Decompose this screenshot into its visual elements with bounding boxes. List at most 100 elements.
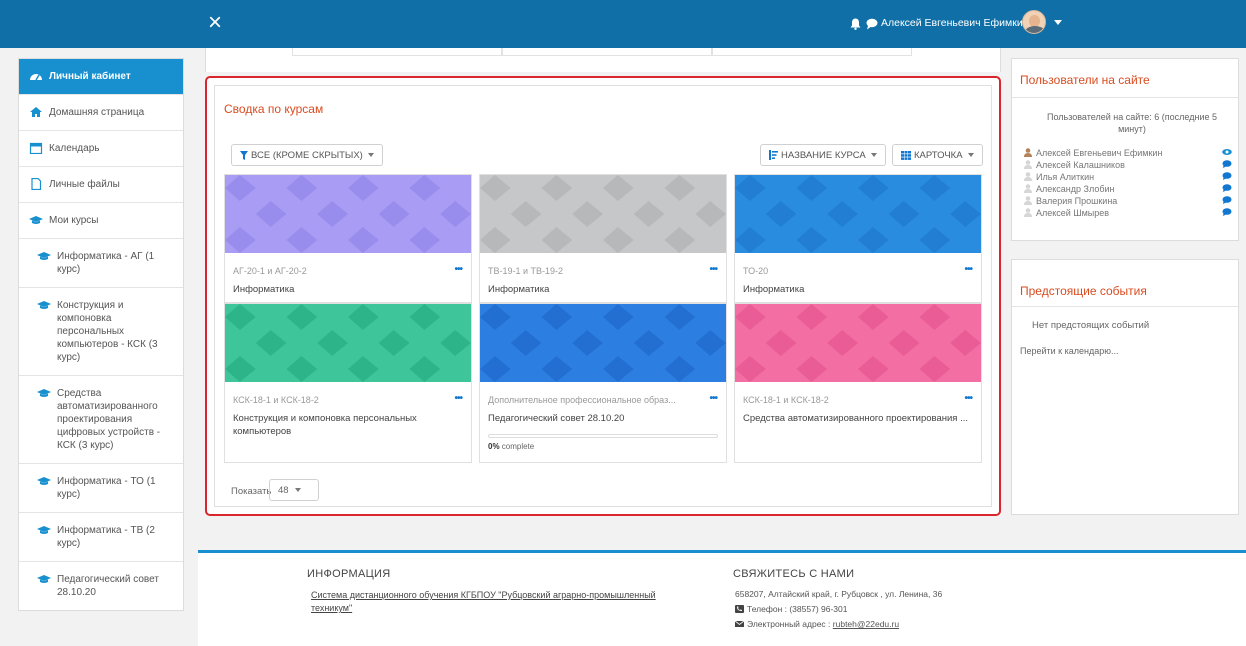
footer-info-title: ИНФОРМАЦИЯ bbox=[307, 568, 391, 580]
course-name[interactable]: Конструкция и компоновка персональных ко… bbox=[233, 412, 463, 438]
online-user-item[interactable]: Валерия Прошкина bbox=[1024, 195, 1232, 206]
dashboard-icon bbox=[30, 74, 42, 81]
more-options-icon[interactable]: ••• bbox=[964, 393, 972, 404]
user-avatar-icon bbox=[1024, 196, 1032, 205]
online-user-item[interactable]: Алексей Шмырев bbox=[1024, 207, 1232, 218]
course-card[interactable]: КСК-18-1 и КСК-18-2 ••• Средства автомат… bbox=[734, 303, 982, 463]
phone-icon bbox=[735, 605, 744, 613]
user-menu-name[interactable]: Алексей Евгеньевич Ефимкин bbox=[881, 17, 1029, 29]
message-icon[interactable] bbox=[1222, 196, 1232, 204]
more-options-icon[interactable]: ••• bbox=[709, 393, 717, 404]
drawer-item-label: Личный кабинет bbox=[49, 71, 131, 82]
drawer-item-my-courses[interactable]: Мои курсы bbox=[19, 203, 183, 239]
course-card[interactable]: ТО-20 ••• Информатика bbox=[734, 174, 982, 303]
caret-down-icon bbox=[294, 488, 301, 492]
drawer-item-course[interactable]: Информатика - ТО (1 курс) bbox=[19, 464, 183, 513]
sort-label: НАЗВАНИЕ КУРСА bbox=[781, 149, 866, 161]
more-options-icon[interactable]: ••• bbox=[709, 264, 717, 275]
calendar-icon bbox=[29, 142, 43, 154]
course-category: КСК-18-1 и КСК-18-2 bbox=[743, 395, 829, 405]
top-navbar: × Алексей Евгеньевич Ефимкин bbox=[0, 0, 1246, 48]
drawer-item-label: Информатика - АГ (1 курс) bbox=[57, 251, 155, 275]
drawer-item-label: Информатика - ТВ (2 курс) bbox=[57, 525, 155, 549]
graduation-cap-icon bbox=[37, 301, 51, 309]
caret-down-icon bbox=[367, 153, 374, 157]
drawer-item-dashboard[interactable]: Личный кабинет bbox=[19, 59, 183, 95]
course-card[interactable]: АГ-20-1 и АГ-20-2 ••• Информатика bbox=[224, 174, 472, 303]
course-image[interactable] bbox=[480, 304, 726, 382]
drawer-item-course[interactable]: Конструкция и компоновка персональных ко… bbox=[19, 288, 183, 376]
more-options-icon[interactable]: ••• bbox=[454, 393, 462, 404]
online-user-name[interactable]: Алексей Шмырев bbox=[1036, 208, 1109, 218]
online-user-name[interactable]: Илья Алиткин bbox=[1036, 172, 1094, 182]
filter-dropdown[interactable]: ВСЕ (КРОМЕ СКРЫТЫХ) bbox=[231, 144, 383, 166]
drawer-item-calendar[interactable]: Календарь bbox=[19, 131, 183, 167]
course-name[interactable]: Информатика bbox=[743, 283, 973, 296]
graduation-cap-icon bbox=[37, 477, 51, 485]
course-image[interactable] bbox=[480, 175, 726, 253]
no-events-text: Нет предстоящих событий bbox=[1032, 320, 1150, 331]
eye-icon[interactable] bbox=[1222, 148, 1232, 156]
view-dropdown[interactable]: КАРТОЧКА bbox=[892, 144, 983, 166]
more-options-icon[interactable]: ••• bbox=[454, 264, 462, 275]
message-icon[interactable] bbox=[1222, 160, 1232, 168]
course-card[interactable]: Дополнительное профессиональное образ...… bbox=[479, 303, 727, 463]
online-user-name[interactable]: Александр Злобин bbox=[1036, 184, 1114, 194]
footer-email-link[interactable]: rubteh@22edu.ru bbox=[833, 619, 899, 629]
drawer-item-label: Календарь bbox=[49, 143, 100, 154]
footer-contact-title: СВЯЖИТЕСЬ С НАМИ bbox=[733, 568, 855, 580]
go-to-calendar-link[interactable]: Перейти к календарю... bbox=[1020, 346, 1118, 356]
course-card[interactable]: ТВ-19-1 и ТВ-19-2 ••• Информатика bbox=[479, 174, 727, 303]
course-name[interactable]: Информатика bbox=[488, 283, 718, 296]
course-image[interactable] bbox=[735, 175, 981, 253]
drawer-item-files[interactable]: Личные файлы bbox=[19, 167, 183, 203]
course-image[interactable] bbox=[225, 175, 471, 253]
close-drawer-icon[interactable]: × bbox=[208, 10, 228, 36]
online-user-item[interactable]: Александр Злобин bbox=[1024, 183, 1232, 194]
drawer-item-label: Средства автоматизированного проектирова… bbox=[57, 388, 161, 451]
sort-dropdown[interactable]: НАЗВАНИЕ КУРСА bbox=[760, 144, 886, 166]
progress-value: 0% bbox=[488, 442, 500, 451]
online-user-item[interactable]: Алексей Евгеньевич Ефимкин bbox=[1024, 147, 1232, 158]
view-label: КАРТОЧКА bbox=[914, 149, 963, 161]
course-category: АГ-20-1 и АГ-20-2 bbox=[233, 266, 307, 276]
caret-down-icon bbox=[870, 153, 877, 157]
chevron-down-icon[interactable] bbox=[1054, 20, 1062, 25]
drawer-item-course[interactable]: Информатика - АГ (1 курс) bbox=[19, 239, 183, 288]
course-image[interactable] bbox=[735, 304, 981, 382]
events-title: Предстоящие события bbox=[1020, 284, 1147, 298]
bell-icon[interactable] bbox=[850, 18, 861, 30]
course-name[interactable]: Информатика bbox=[233, 283, 463, 296]
drawer-item-home[interactable]: Домашняя страница bbox=[19, 95, 183, 131]
file-icon bbox=[31, 178, 42, 190]
drawer-item-label: Домашняя страница bbox=[49, 107, 145, 118]
online-user-name[interactable]: Алексей Евгеньевич Ефимкин bbox=[1036, 148, 1162, 158]
online-user-item[interactable]: Илья Алиткин bbox=[1024, 171, 1232, 182]
footer-email-label: Электронный адрес : bbox=[747, 619, 831, 629]
drawer-item-course[interactable]: Средства автоматизированного проектирова… bbox=[19, 376, 183, 464]
course-card[interactable]: КСК-18-1 и КСК-18-2 ••• Конструкция и ко… bbox=[224, 303, 472, 463]
user-avatar-icon bbox=[1024, 208, 1032, 217]
course-image[interactable] bbox=[225, 304, 471, 382]
drawer-item-label: Педагогический совет 28.10.20 bbox=[57, 574, 159, 598]
online-user-item[interactable]: Алексей Калашников bbox=[1024, 159, 1232, 170]
course-progress-bar bbox=[488, 434, 718, 438]
filter-icon bbox=[240, 150, 248, 160]
avatar[interactable] bbox=[1022, 10, 1046, 34]
online-user-name[interactable]: Алексей Калашников bbox=[1036, 160, 1125, 170]
message-icon[interactable] bbox=[1222, 184, 1232, 192]
course-name[interactable]: Педагогический совет 28.10.20 bbox=[488, 412, 718, 425]
drawer-item-course[interactable]: Информатика - ТВ (2 курс) bbox=[19, 513, 183, 562]
course-name[interactable]: Средства автоматизированного проектирова… bbox=[743, 412, 973, 425]
user-avatar-icon bbox=[1024, 172, 1032, 181]
page-size-select[interactable]: 48 bbox=[269, 479, 319, 501]
online-user-name[interactable]: Валерия Прошкина bbox=[1036, 196, 1117, 206]
progress-suffix: complete bbox=[501, 442, 535, 451]
message-icon[interactable] bbox=[1222, 208, 1232, 216]
chat-icon[interactable] bbox=[866, 18, 878, 30]
more-options-icon[interactable]: ••• bbox=[964, 264, 972, 275]
online-users-count: Пользователей на сайте: 6 (последние 5 м… bbox=[1047, 112, 1217, 134]
footer-site-link[interactable]: Система дистанционного обучения КГБПОУ "… bbox=[311, 589, 691, 615]
message-icon[interactable] bbox=[1222, 172, 1232, 180]
drawer-item-course[interactable]: Педагогический совет 28.10.20 bbox=[19, 562, 183, 610]
